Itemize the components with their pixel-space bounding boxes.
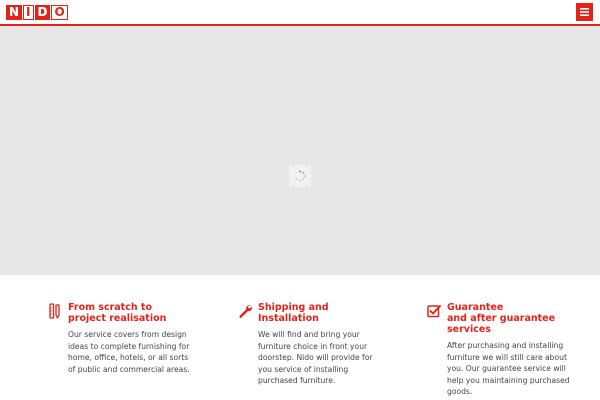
logo-letter: N <box>6 5 23 20</box>
wrench-icon <box>239 305 252 318</box>
hero-slider <box>0 26 600 275</box>
feature-description: Our service covers from design ideas to … <box>68 330 190 374</box>
feature-description: After purchasing and installing furnitur… <box>447 341 570 396</box>
site-header: N I D O <box>0 0 600 26</box>
feature-title: Shipping and Installation <box>258 302 329 324</box>
feature-guarantee: Guarantee and after guarantee services A… <box>427 302 587 398</box>
logo-letter: I <box>23 5 34 20</box>
loading-indicator <box>289 165 311 187</box>
menu-button[interactable] <box>576 3 593 21</box>
logo-letter: O <box>51 5 68 20</box>
hamburger-menu-icon <box>580 8 589 16</box>
checkbox-icon <box>427 305 441 318</box>
pencil-ruler-icon <box>49 303 60 319</box>
logo-letter: D <box>34 5 51 20</box>
feature-shipping: Shipping and Installation We will find a… <box>238 302 398 387</box>
feature-title: From scratch to project realisation <box>68 302 167 324</box>
feature-design: From scratch to project realisation Our … <box>48 302 208 375</box>
nido-logo[interactable]: N I D O <box>6 5 69 20</box>
feature-description: We will find and bring your furniture ch… <box>258 330 373 385</box>
feature-title: Guarantee and after guarantee services <box>447 302 556 335</box>
loading-spinner-icon <box>294 170 306 182</box>
